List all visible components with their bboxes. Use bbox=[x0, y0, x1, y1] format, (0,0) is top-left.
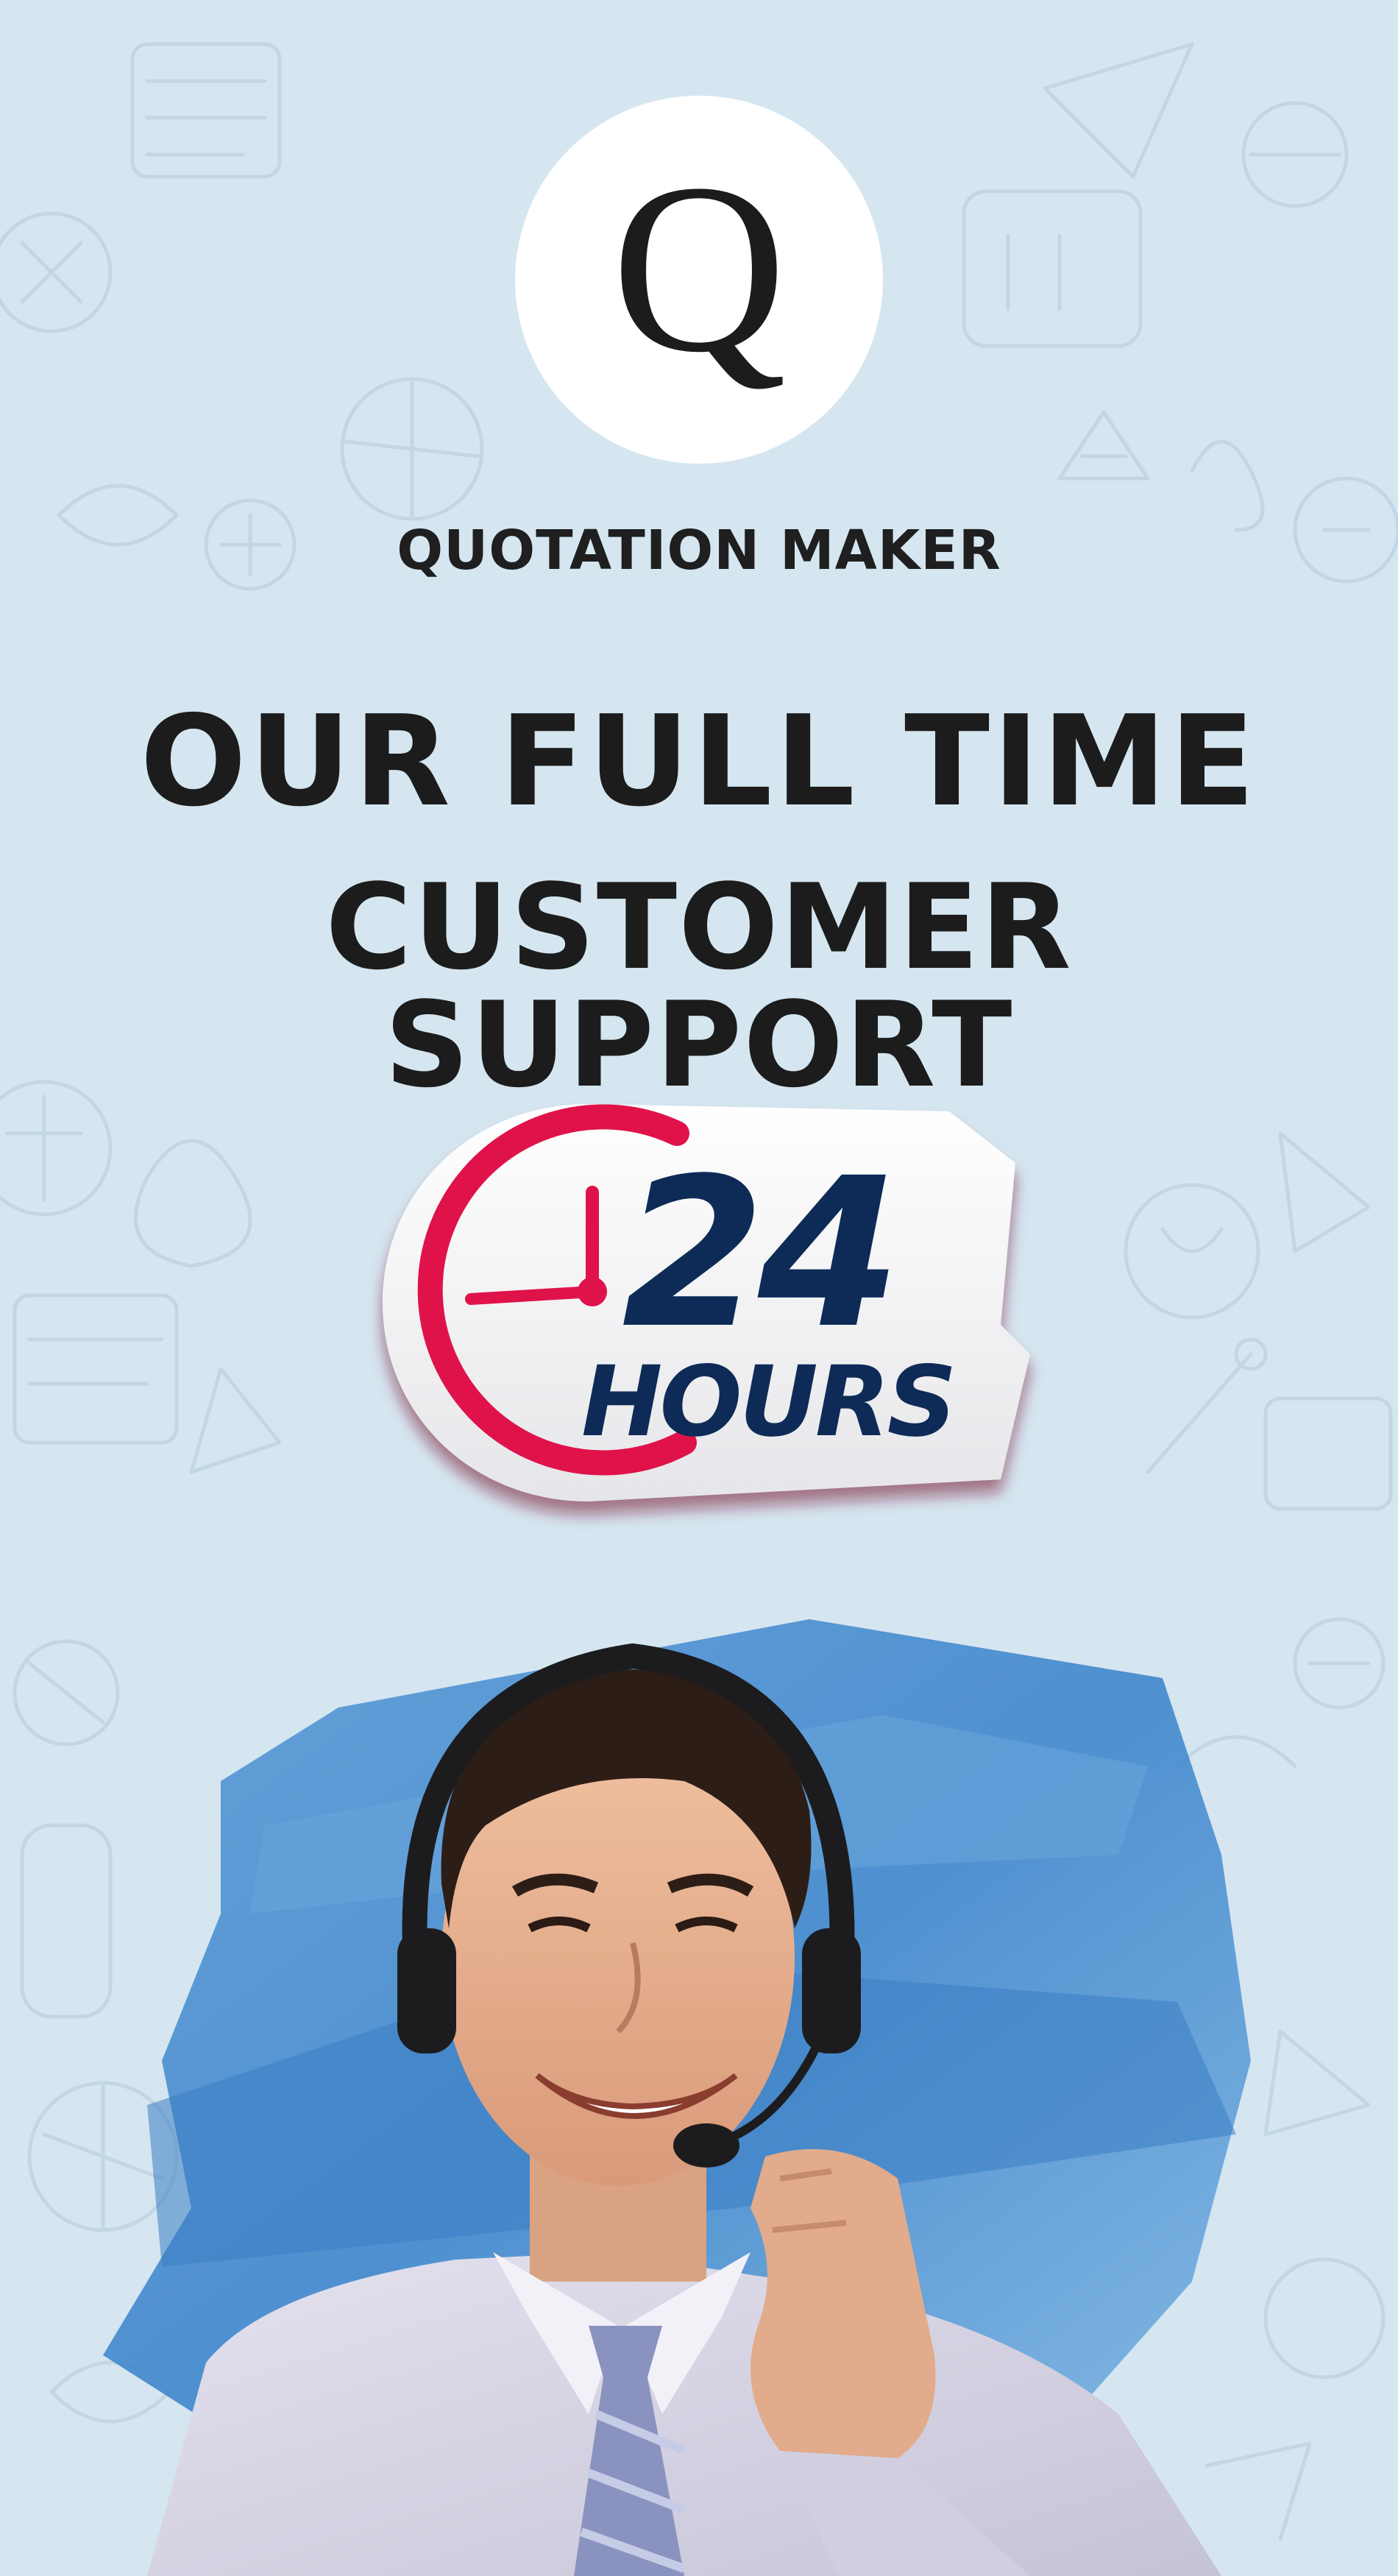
brand-name: QUOTATION MAKER bbox=[397, 519, 1001, 582]
support-agent-image bbox=[103, 1619, 1251, 2576]
24-hours-badge: 24 HOURS bbox=[383, 1104, 1030, 1501]
headline-line-1: OUR FULL TIME bbox=[140, 689, 1258, 835]
brand-logo: Q bbox=[515, 96, 883, 464]
headline-line-2: CUSTOMER SUPPORT bbox=[325, 858, 1073, 1114]
svg-text:Q: Q bbox=[611, 134, 787, 403]
badge-unit: HOURS bbox=[581, 1345, 954, 1459]
quotation-maker-logo-icon: Q bbox=[611, 134, 787, 403]
badge-number: 24 bbox=[622, 1134, 894, 1374]
